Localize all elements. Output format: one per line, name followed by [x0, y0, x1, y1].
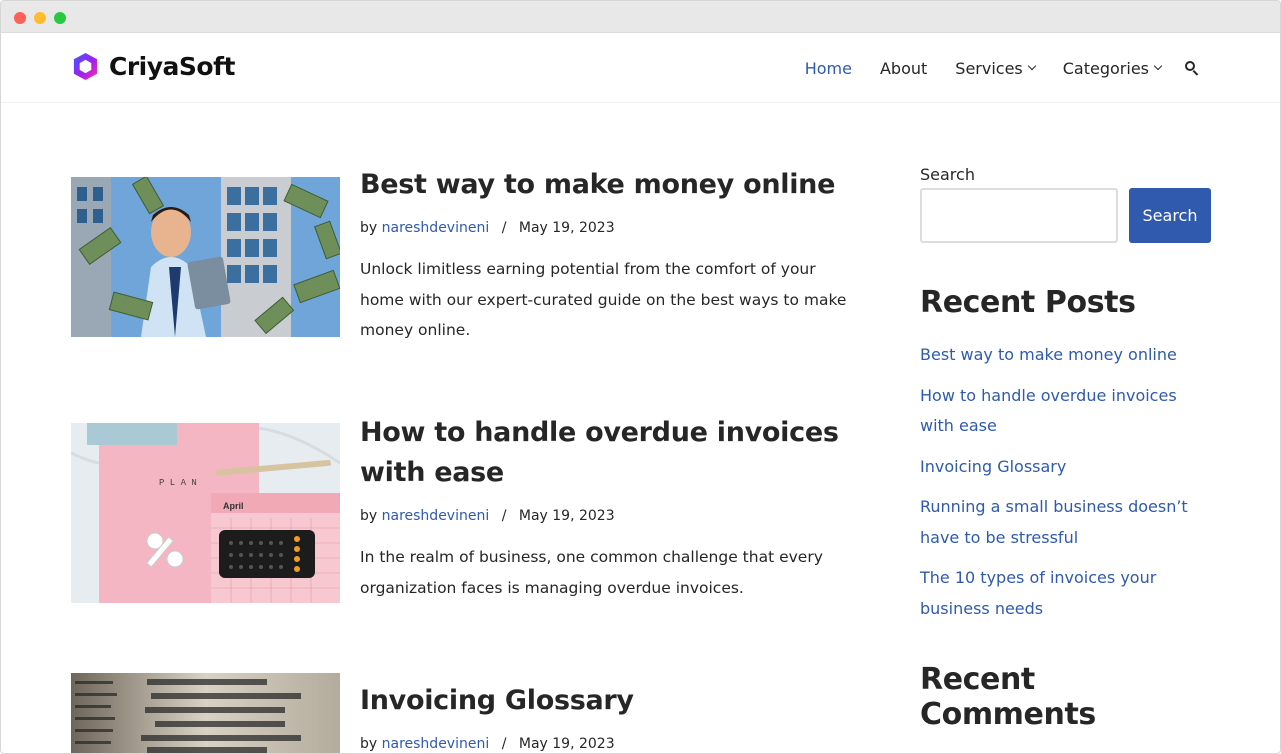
recent-comments-heading: Recent Comments: [920, 662, 1096, 732]
nav-services[interactable]: Services: [955, 58, 1036, 78]
recent-post-link[interactable]: Best way to make money online: [920, 345, 1177, 364]
close-window-button[interactable]: [14, 12, 26, 24]
post-body: How to handle overdue invoices with ease…: [360, 413, 860, 603]
site-logo[interactable]: CriyaSoft: [71, 52, 235, 81]
logo-text: CriyaSoft: [109, 52, 235, 81]
chevron-down-icon: [1027, 61, 1036, 71]
post-thumbnail[interactable]: [71, 177, 340, 337]
nav-home[interactable]: Home: [805, 59, 852, 78]
post-date: May 19, 2023: [518, 508, 615, 524]
minimize-window-button[interactable]: [34, 12, 46, 24]
post-card: P L A N April How to handle overdue invo…: [71, 413, 861, 633]
post-title[interactable]: How to handle overdue invoices with ease: [360, 413, 860, 493]
money-image: [71, 177, 340, 337]
author-link[interactable]: nareshdevineni: [382, 736, 490, 752]
post-meta: by nareshdevineni / May 19, 2023: [360, 732, 860, 753]
post-excerpt: In the realm of business, one common cha…: [360, 548, 823, 597]
list-item: Invoicing Glossary: [920, 452, 1211, 483]
post-body: Invoicing Glossary by nareshdevineni / M…: [360, 681, 860, 753]
meta-separator: /: [501, 736, 507, 752]
recent-post-link[interactable]: Running a small business doesn’t have to…: [920, 497, 1188, 547]
recent-post-link[interactable]: Invoicing Glossary: [920, 457, 1066, 476]
by-label: by: [360, 508, 378, 524]
recent-posts-list: Best way to make money online How to han…: [920, 340, 1211, 624]
post-thumbnail[interactable]: P L A N April: [71, 423, 340, 603]
meta-separator: /: [501, 220, 507, 236]
by-label: by: [360, 220, 378, 236]
search-form: Search: [920, 188, 1211, 243]
dictionary-image: [71, 673, 340, 753]
maximize-window-button[interactable]: [54, 12, 66, 24]
post-card: Best way to make money online by nareshd…: [71, 165, 861, 365]
site-header: CriyaSoft Home About Services Categories: [1, 33, 1280, 103]
search-input[interactable]: [920, 188, 1118, 243]
search-label: Search: [920, 165, 975, 184]
recent-posts-heading: Recent Posts: [920, 285, 1136, 320]
nav-categories-label: Categories: [1062, 58, 1149, 78]
post-title[interactable]: Best way to make money online: [360, 165, 860, 205]
post-date: May 19, 2023: [518, 220, 615, 236]
browser-window: CriyaSoft Home About Services Categories: [0, 0, 1281, 754]
nav-about[interactable]: About: [880, 59, 927, 78]
plan-letters: P L A N: [159, 478, 197, 488]
invoice-image: P L A N April: [71, 423, 340, 603]
post-date: May 19, 2023: [518, 736, 615, 752]
search-icon[interactable]: [1184, 60, 1200, 76]
nav-services-label: Services: [955, 58, 1023, 78]
calendar-month: April: [223, 501, 244, 511]
list-item: The 10 types of invoices your business n…: [920, 563, 1211, 624]
main-nav: Home About Services Categories: [777, 57, 1200, 79]
post-card: Invoicing Glossary by nareshdevineni / M…: [71, 673, 861, 753]
author-link[interactable]: nareshdevineni: [382, 220, 490, 236]
logo-icon: [73, 52, 98, 81]
meta-separator: /: [501, 508, 507, 524]
sidebar: Search Search Recent Posts Best way to m…: [920, 161, 1211, 732]
list-item: Running a small business doesn’t have to…: [920, 492, 1211, 553]
list-item: Best way to make money online: [920, 340, 1211, 371]
list-item: How to handle overdue invoices with ease: [920, 381, 1211, 442]
post-excerpt: Unlock limitless earning potential from …: [360, 260, 847, 339]
search-button[interactable]: Search: [1129, 188, 1211, 243]
post-thumbnail[interactable]: [71, 673, 340, 753]
post-meta: by nareshdevineni / May 19, 2023: [360, 216, 860, 240]
recent-post-link[interactable]: How to handle overdue invoices with ease: [920, 386, 1177, 436]
post-meta: by nareshdevineni / May 19, 2023: [360, 504, 860, 528]
post-body: Best way to make money online by nareshd…: [360, 165, 860, 346]
recent-post-link[interactable]: The 10 types of invoices your business n…: [920, 568, 1156, 618]
window-titlebar: [1, 1, 1280, 33]
author-link[interactable]: nareshdevineni: [382, 508, 490, 524]
chevron-down-icon: [1153, 61, 1163, 71]
by-label: by: [360, 736, 378, 752]
post-title[interactable]: Invoicing Glossary: [360, 681, 860, 721]
nav-categories[interactable]: Categories: [1062, 58, 1163, 78]
